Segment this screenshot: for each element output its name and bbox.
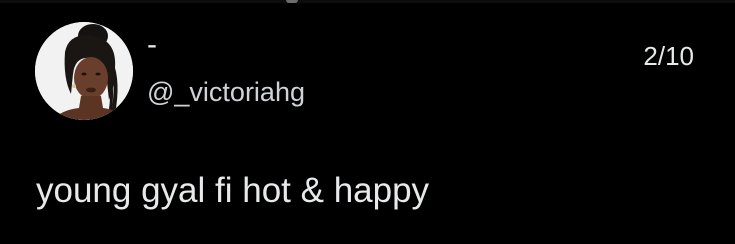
top-edge-marker [286,0,298,3]
tweet-card[interactable]: - @_victoriahg 2/10 young gyal fi hot & … [0,0,735,244]
tweet-text: young gyal fi hot & happy [36,171,430,210]
thread-counter: 2/10 [643,41,694,71]
top-divider [0,0,735,3]
author-handle[interactable]: @_victoriahg [147,76,305,108]
avatar[interactable] [35,22,133,120]
user-avatar-photo-icon [35,22,133,120]
author-display-name[interactable]: - [147,28,157,62]
